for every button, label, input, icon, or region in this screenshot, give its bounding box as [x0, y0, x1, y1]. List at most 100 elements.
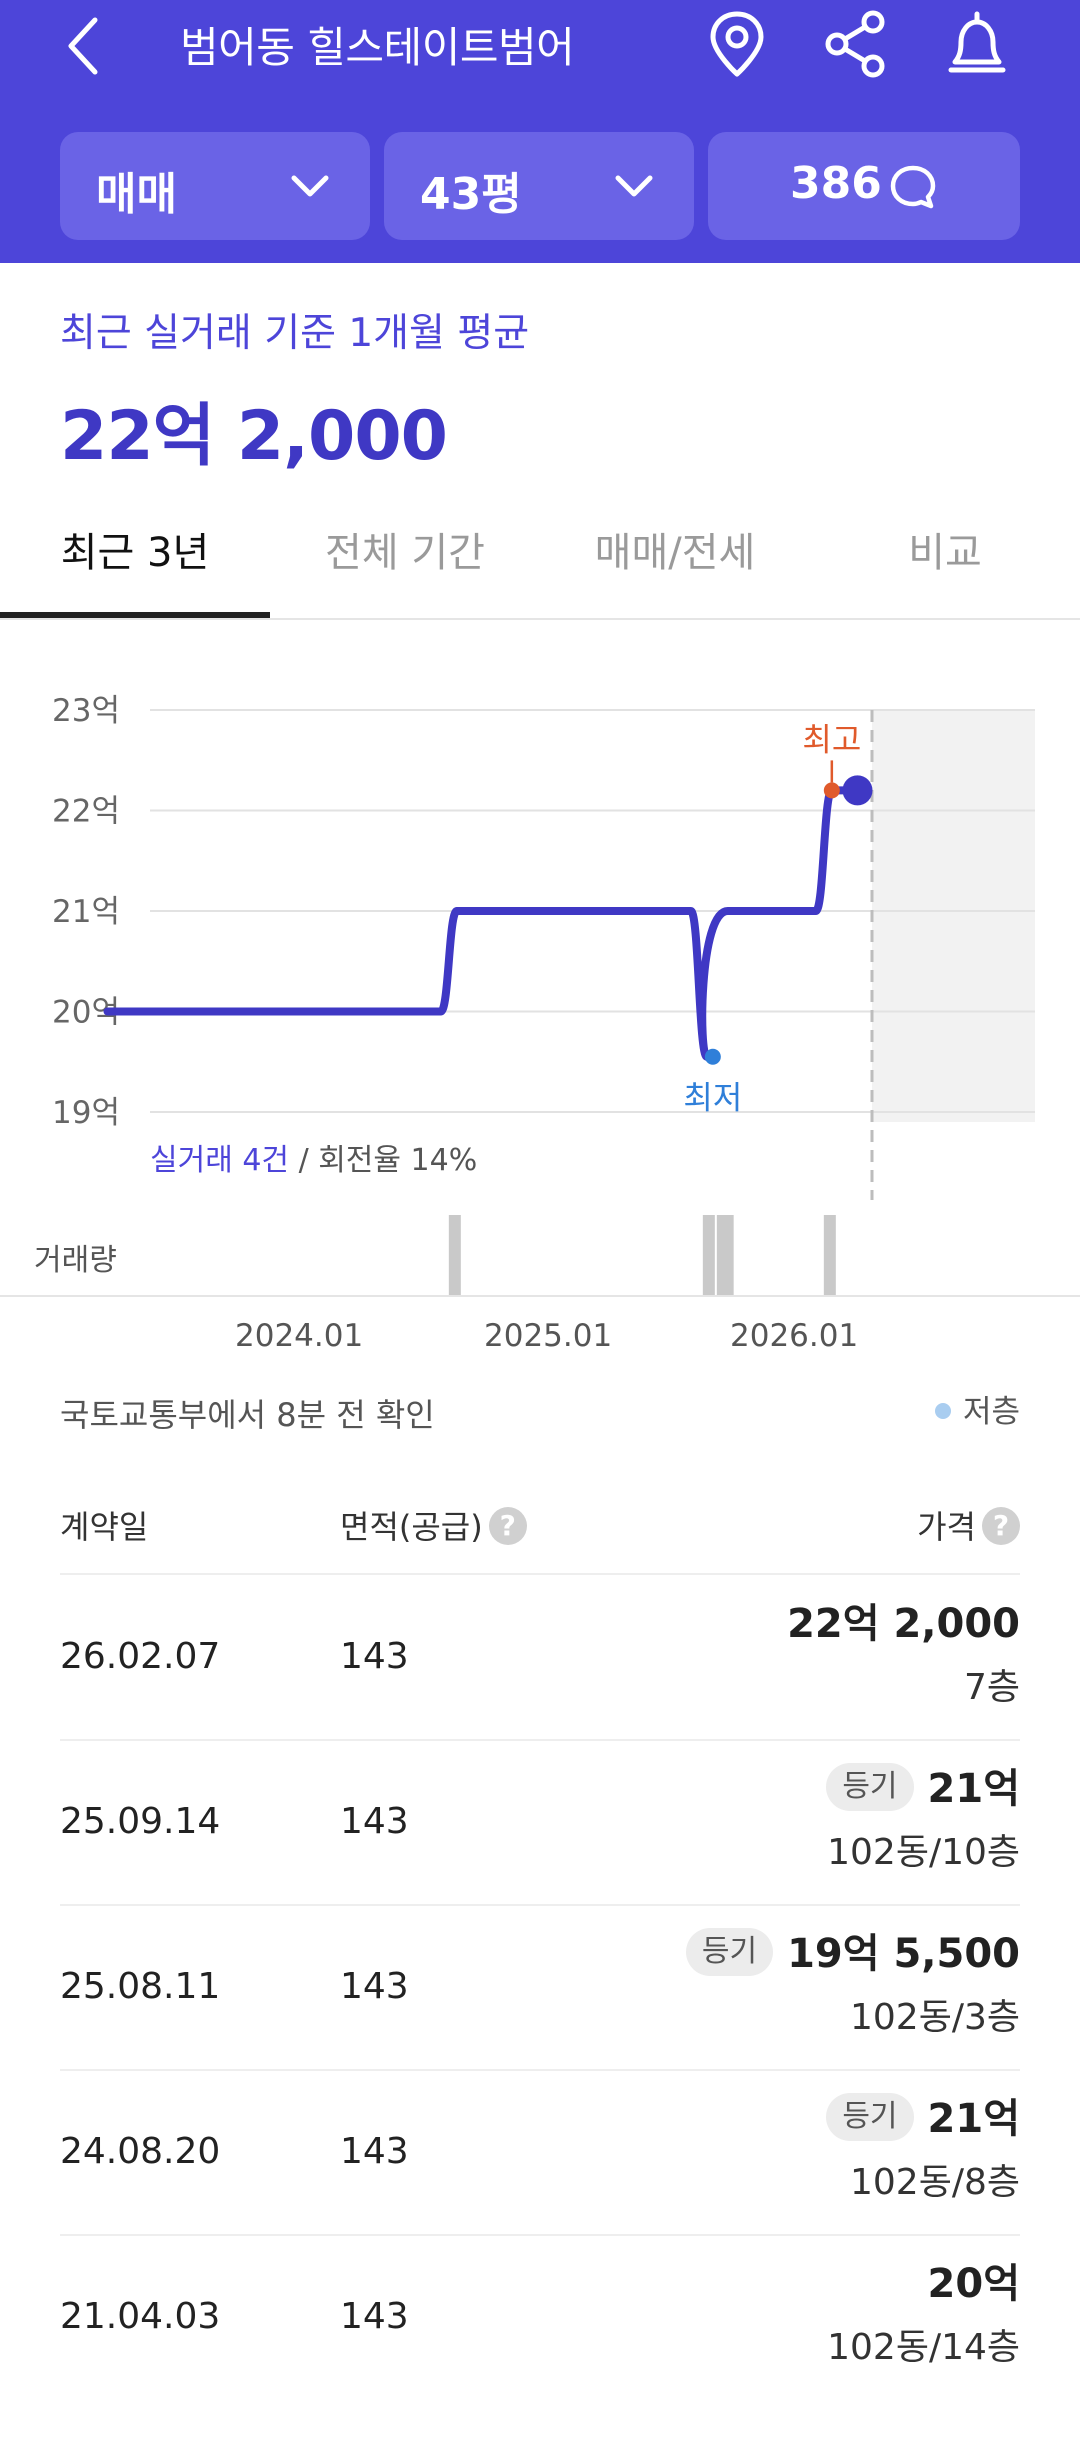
header-area: 면적(공급)? [340, 1502, 527, 1548]
page-title: 범어동 힐스테이트범어 [180, 23, 575, 72]
floor-info: 7층 [963, 1667, 1020, 1708]
chart-stats: 실거래 4건 / 회전율 14% [150, 1135, 477, 1179]
price-series-line [103, 786, 862, 1061]
x-tick-label: 2025.01 [484, 1318, 613, 1354]
price-cell: 등기 19억 5,500 102동/3층 [685, 1926, 1020, 2040]
summary-price: 22억 2,000 [60, 397, 448, 476]
price-chart[interactable]: 23억22억21억20억19억 최고최저 [0, 640, 1080, 1340]
active-tab-indicator [0, 612, 270, 618]
period-tabs: 최근 3년 전체 기간 매매/전세 비교 [0, 500, 1080, 620]
table-row[interactable]: 26.02.07 143 22억 2,000 7층 [60, 1576, 1020, 1741]
volume-label: 거래량 [34, 1243, 117, 1278]
contract-date: 25.09.14 [60, 1801, 221, 1842]
price-cell: 등기 21억 102동/10층 [826, 1761, 1020, 1875]
header-price-label: 가격 [917, 1508, 976, 1546]
deal-count: 실거래 4건 [150, 1143, 290, 1178]
price-value: 21억 [927, 1766, 1020, 1812]
share-icon [825, 10, 885, 78]
price-line: 20억 [827, 2256, 1020, 2312]
help-icon[interactable]: ? [982, 1507, 1020, 1545]
y-tick-label: 21억 [52, 894, 120, 930]
x-tick-label: 2026.01 [730, 1318, 859, 1354]
contract-date: 25.08.11 [60, 1966, 221, 2007]
price-cell: 22억 2,000 7층 [787, 1596, 1020, 1710]
volume-bar [823, 1215, 836, 1295]
registered-badge: 등기 [685, 1928, 774, 1976]
comment-count: 386 [790, 158, 882, 209]
filter-chips: 매매 43평 386 [0, 132, 1080, 240]
price-line: 등기 19억 5,500 [685, 1926, 1020, 1982]
help-icon[interactable]: ? [488, 1507, 527, 1545]
price-cell: 20억 102동/14층 [827, 2256, 1020, 2370]
chat-bubble-icon [890, 165, 936, 209]
table-header: 계약일 면적(공급)? 가격? [60, 1490, 1020, 1575]
current-price-marker [842, 775, 873, 806]
table-row[interactable]: 25.08.11 143 등기 19억 5,500 102동/3층 [60, 1906, 1020, 2071]
divider [0, 1295, 1080, 1297]
supply-area: 143 [340, 2131, 409, 2172]
share-button[interactable] [815, 4, 895, 84]
price-line: 등기 21억 [826, 2091, 1020, 2147]
floor-info: 102동/10층 [827, 1832, 1020, 1873]
legend-label: 저층 [962, 1394, 1020, 1430]
app-header: 범어동 힐스테이트범어 매매 43평 386 [0, 0, 1080, 263]
x-tick-label: 2024.01 [235, 1318, 364, 1354]
contract-date: 21.04.03 [60, 2296, 221, 2337]
area-label: 43평 [420, 169, 522, 220]
contract-date: 24.08.20 [60, 2131, 221, 2172]
registered-badge: 등기 [826, 1763, 914, 1811]
price-value: 22억 2,000 [787, 1601, 1020, 1647]
volume-bar [448, 1215, 461, 1295]
y-tick-label: 19억 [52, 1095, 120, 1131]
table-row[interactable]: 24.08.20 143 등기 21억 102동/8층 [60, 2071, 1020, 2236]
chevron-down-icon [615, 175, 653, 197]
registered-badge: 등기 [826, 2093, 914, 2141]
y-tick-label: 23억 [52, 693, 120, 729]
tab-compare[interactable]: 비교 [810, 520, 1080, 578]
header-price: 가격? [917, 1502, 1020, 1548]
supply-area: 143 [340, 1801, 409, 1842]
back-icon [68, 17, 98, 75]
supply-area: 143 [340, 1636, 409, 1677]
table-row[interactable]: 21.04.03 143 20억 102동/14층 [60, 2236, 1020, 2401]
summary-label: 최근 실거래 기준 1개월 평균 [60, 311, 530, 356]
price-value: 20억 [927, 2261, 1020, 2307]
data-source: 국토교통부에서 8분 전 확인 [60, 1396, 435, 1434]
header-area-label: 면적(공급) [340, 1508, 483, 1546]
comments-button[interactable]: 386 [708, 132, 1020, 240]
floor-info: 102동/8층 [850, 2162, 1020, 2203]
price-value: 21억 [927, 2096, 1020, 2142]
supply-area: 143 [340, 2296, 409, 2337]
turnover-rate: / 회전율 14% [289, 1143, 478, 1178]
tab-recent-3-years[interactable]: 최근 3년 [0, 520, 270, 578]
trade-type-label: 매매 [96, 169, 177, 220]
price-cell: 등기 21억 102동/8층 [826, 2091, 1020, 2205]
price-line: 등기 21억 [826, 1761, 1020, 1817]
price-line: 22억 2,000 [787, 1596, 1020, 1652]
annotation-high: 최고 [802, 720, 861, 758]
price-value: 19억 5,500 [787, 1931, 1020, 1977]
tab-sale-jeonse[interactable]: 매매/전세 [540, 520, 810, 578]
bell-icon [948, 11, 1006, 73]
legend-low-floor: 저층 [934, 1386, 1020, 1431]
tab-all-period[interactable]: 전체 기간 [270, 520, 540, 578]
volume-bar [702, 1215, 715, 1295]
point-marker [823, 782, 840, 799]
floor-info: 102동/3층 [850, 1997, 1020, 2038]
location-button[interactable] [697, 4, 777, 84]
table-row[interactable]: 25.09.14 143 등기 21억 102동/10층 [60, 1741, 1020, 1906]
trade-type-select[interactable]: 매매 [60, 132, 370, 240]
notification-button[interactable] [937, 4, 1017, 84]
forecast-shade [872, 710, 1035, 1122]
annotation-low: 최저 [683, 1079, 742, 1117]
top-bar: 범어동 힐스테이트범어 [0, 0, 1080, 90]
location-pin-icon [710, 11, 764, 77]
header-contract-date: 계약일 [60, 1508, 149, 1546]
area-select[interactable]: 43평 [384, 132, 694, 240]
floor-info: 102동/14층 [827, 2327, 1020, 2368]
legend-dot [934, 1402, 951, 1419]
contract-date: 26.02.07 [60, 1636, 221, 1677]
point-marker [704, 1048, 721, 1065]
back-button[interactable] [55, 8, 115, 78]
supply-area: 143 [340, 1966, 409, 2007]
